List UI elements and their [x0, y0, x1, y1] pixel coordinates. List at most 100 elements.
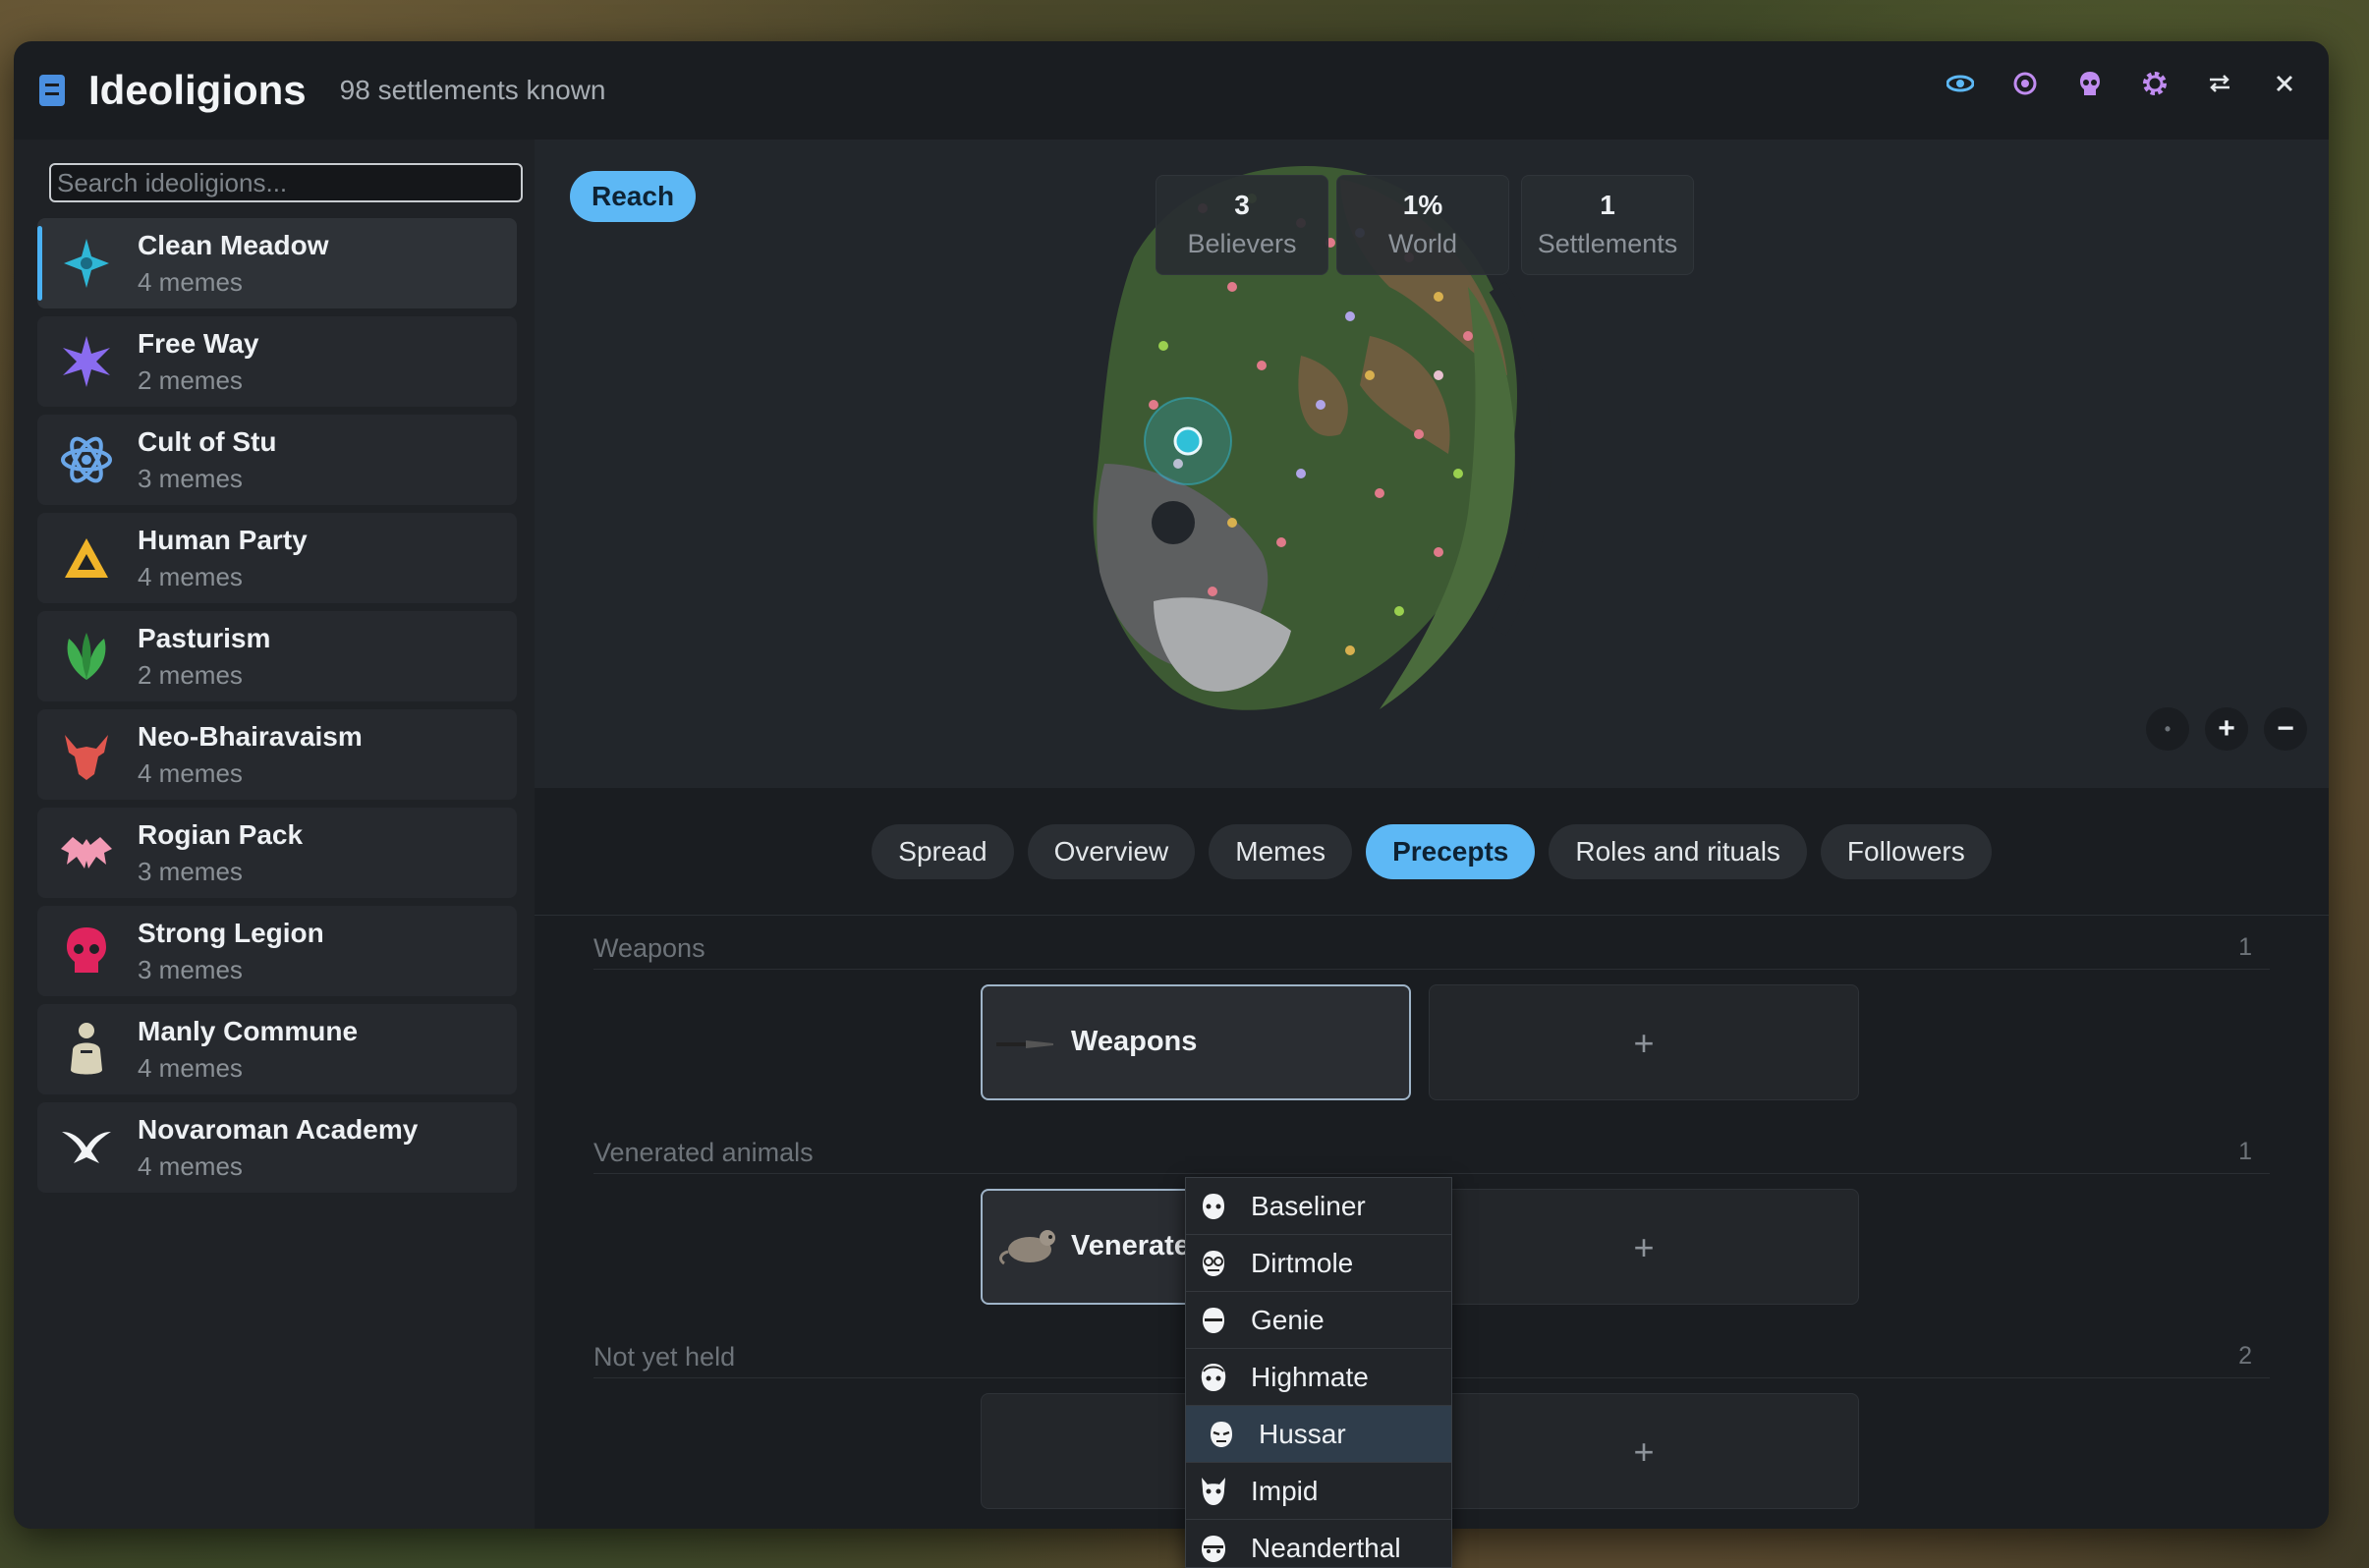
tab-roles-and-rituals[interactable]: Roles and rituals: [1549, 823, 1807, 879]
ideoligion-item[interactable]: Novaroman Academy 4 memes: [37, 1102, 517, 1193]
ideoligion-item[interactable]: Human Party 4 memes: [37, 513, 517, 603]
plus-icon: +: [1633, 1227, 1655, 1267]
tab-overview[interactable]: Overview: [1027, 823, 1196, 879]
ideoligion-memes: 4 memes: [138, 1052, 243, 1083]
option-label: Baseliner: [1251, 1190, 1366, 1221]
ideoligion-memes: 4 memes: [138, 561, 243, 591]
dropdown-option-dirtmole[interactable]: Dirtmole: [1186, 1235, 1451, 1292]
dropdown-option-hussar[interactable]: Hussar: [1186, 1406, 1451, 1463]
stat-label: World: [1387, 229, 1458, 258]
ideoligion-item[interactable]: Strong Legion 3 memes: [37, 906, 517, 996]
ideoligion-list: Clean Meadow 4 memes Free Way 2 memes Cu…: [26, 218, 523, 1193]
ideoligion-item[interactable]: Rogian Pack 3 memes: [37, 808, 517, 898]
xenotype-dropdown[interactable]: Baseliner Dirtmole Genie Highmate Hussar…: [1185, 1177, 1452, 1568]
option-label: Dirtmole: [1251, 1247, 1354, 1278]
dropdown-option-impid[interactable]: Impid: [1186, 1463, 1451, 1520]
tab-followers[interactable]: Followers: [1820, 823, 1992, 879]
tab-spread[interactable]: Spread: [872, 823, 1014, 879]
horns-icon: [57, 1118, 116, 1177]
recenter-button[interactable]: •: [2146, 707, 2189, 751]
ideoligions-window: Ideoligions 98 settlements known Search …: [14, 41, 2329, 1529]
ideoligion-name: Manly Commune: [138, 1015, 359, 1046]
ideoligion-item[interactable]: Manly Commune 4 memes: [37, 1004, 517, 1094]
rat-icon: [996, 1224, 1057, 1272]
star-icon: [57, 332, 116, 391]
ideoligion-memes: 4 memes: [138, 266, 243, 297]
knife-icon: [996, 1037, 1055, 1056]
home-settlement-marker[interactable]: [1173, 426, 1203, 456]
ideoligion-memes: 4 memes: [138, 1150, 243, 1181]
figure-icon: [57, 1020, 116, 1079]
bat-icon: [57, 823, 116, 882]
stat-value: 1: [1600, 190, 1615, 220]
atom-icon: [57, 430, 116, 489]
highmate-face-icon: [1201, 1363, 1226, 1391]
precept-card[interactable]: Weapons: [981, 984, 1411, 1100]
ideoligion-memes: 3 memes: [138, 954, 243, 984]
ideoligion-name: Pasturism: [138, 622, 271, 653]
skull-icon: [57, 922, 116, 980]
gear-icon[interactable]: [2140, 69, 2170, 98]
ideoligion-name: Rogian Pack: [138, 818, 304, 850]
dropdown-option-highmate[interactable]: Highmate: [1186, 1349, 1451, 1406]
section-count: 1: [2238, 1138, 2252, 1165]
demon-icon: [57, 725, 116, 784]
neanderthal-face-icon: [1202, 1535, 1225, 1562]
section-label: Not yet held: [593, 1342, 736, 1372]
skull-icon[interactable]: [2075, 69, 2105, 98]
add-precept-button[interactable]: +: [1429, 984, 1859, 1100]
cross-icon: [57, 234, 116, 293]
dropdown-option-neanderthal[interactable]: Neanderthal: [1186, 1520, 1451, 1567]
search-input[interactable]: [49, 163, 523, 202]
title-actions: [1946, 69, 2299, 98]
add-precept-button[interactable]: +: [1429, 1393, 1859, 1509]
ideoligion-sidebar: Clean Meadow 4 memes Free Way 2 memes: [14, 140, 535, 1529]
stat-believers: 3 Believers: [1156, 175, 1328, 275]
window-title: Ideoligions: [88, 67, 307, 113]
ideoligion-name: Free Way: [138, 327, 259, 359]
section-divider: [593, 969, 2270, 970]
dropdown-option-baseliner[interactable]: Baseliner: [1186, 1178, 1451, 1235]
swap-icon[interactable]: [2205, 69, 2234, 98]
section-label: Weapons: [593, 933, 705, 963]
ideoligion-name: Neo-Bhairavaism: [138, 720, 363, 752]
reach-map[interactable]: Reach 3 Believers 1% World 1 Settlements…: [535, 140, 2329, 788]
genie-face-icon: [1203, 1307, 1224, 1333]
ideoligion-item[interactable]: Clean Meadow 4 memes: [37, 218, 517, 308]
ideoligion-item[interactable]: Free Way 2 memes: [37, 316, 517, 407]
option-label: Hussar: [1259, 1418, 1346, 1449]
target-icon[interactable]: [2010, 69, 2040, 98]
close-icon[interactable]: [2270, 69, 2299, 98]
ideoligion-name: Clean Meadow: [138, 229, 329, 260]
baseliner-face-icon: [1203, 1193, 1224, 1219]
zoom-out-button[interactable]: −: [2264, 707, 2307, 751]
option-label: Genie: [1251, 1304, 1325, 1335]
eye-icon[interactable]: [1946, 69, 1975, 98]
ideoligion-memes: 3 memes: [138, 856, 243, 886]
tab-precepts[interactable]: Precepts: [1366, 823, 1536, 879]
settlements-known: 98 settlements known: [339, 75, 606, 105]
reach-pill[interactable]: Reach: [570, 171, 697, 222]
precept-card-label: Weapons: [1071, 1026, 1198, 1057]
ideoligion-item[interactable]: Neo-Bhairavaism 4 memes: [37, 709, 517, 800]
hussar-face-icon: [1211, 1421, 1232, 1447]
add-precept-button[interactable]: +: [1429, 1189, 1859, 1305]
dirtmole-face-icon: [1203, 1250, 1224, 1276]
ideoligion-item[interactable]: Pasturism 2 memes: [37, 611, 517, 701]
title-bar: Ideoligions 98 settlements known: [14, 41, 2329, 140]
triangle-icon: [57, 529, 116, 588]
dropdown-option-genie[interactable]: Genie: [1186, 1292, 1451, 1349]
stat-value: 3: [1234, 190, 1250, 220]
ideoligion-name: Strong Legion: [138, 917, 324, 948]
section-divider: [593, 1173, 2270, 1174]
ideoligion-memes: 2 memes: [138, 364, 243, 395]
section-count: 2: [2238, 1342, 2252, 1370]
section-count: 1: [2238, 933, 2252, 961]
stat-world: 1% World: [1336, 175, 1509, 275]
zoom-in-button[interactable]: +: [2205, 707, 2248, 751]
impid-face-icon: [1202, 1477, 1225, 1505]
ideoligion-item[interactable]: Cult of Stu 3 memes: [37, 415, 517, 505]
tab-memes[interactable]: Memes: [1209, 823, 1353, 879]
book-icon: [39, 75, 65, 106]
stat-value: 1%: [1402, 190, 1443, 220]
